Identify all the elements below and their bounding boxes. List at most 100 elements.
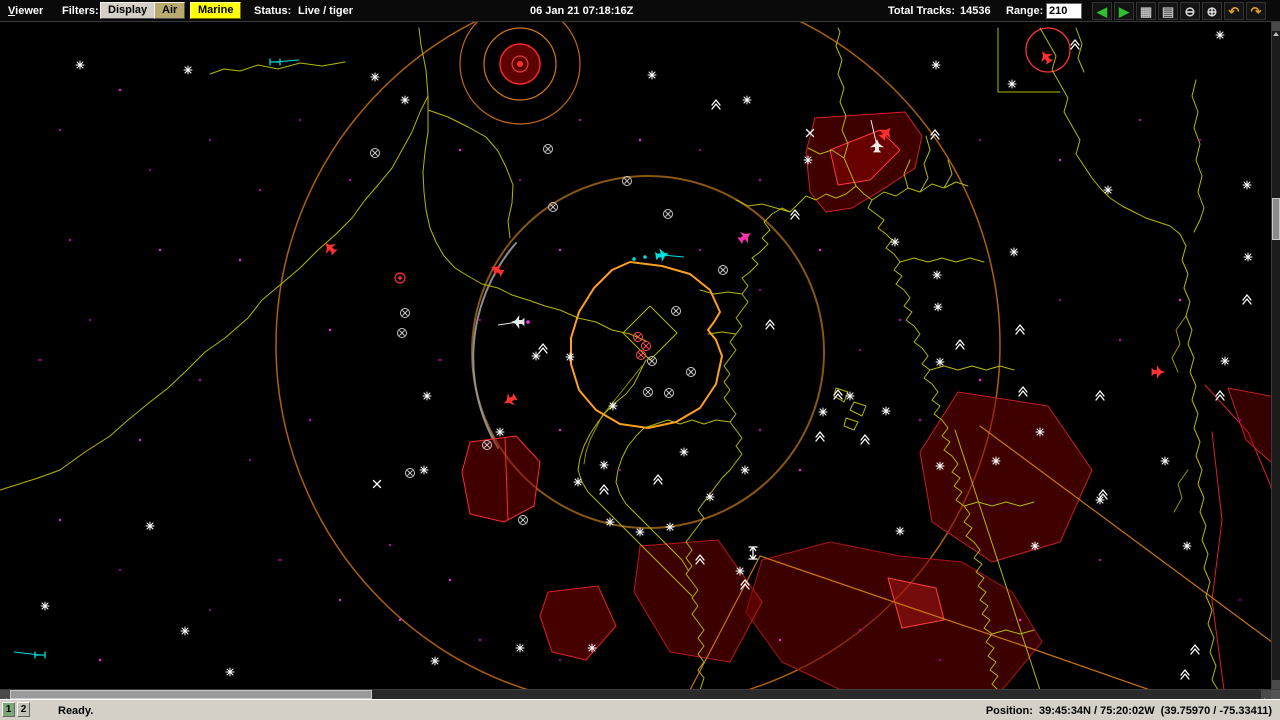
ast-track-symbol[interactable] [935, 357, 945, 367]
vertical-scrollbar[interactable] [1271, 22, 1280, 694]
ast-track-symbol[interactable] [225, 667, 235, 677]
jet-track-symbol[interactable] [654, 247, 685, 263]
cx-track-symbol[interactable] [718, 265, 728, 275]
cx-track-symbol[interactable] [518, 515, 528, 525]
pan-right-icon[interactable]: ▶ [1114, 2, 1134, 20]
horizontal-scroll-thumb[interactable] [10, 690, 372, 699]
page-1-button[interactable]: 1 [2, 702, 15, 717]
bird-track-symbol[interactable] [815, 431, 825, 442]
ast-track-symbol[interactable] [932, 270, 942, 280]
ast-track-symbol[interactable] [1243, 252, 1253, 262]
cx-track-symbol[interactable] [643, 387, 653, 397]
ast-track-symbol[interactable] [665, 522, 675, 532]
cx-track-symbol[interactable] [641, 341, 651, 351]
ast-track-symbol[interactable] [890, 237, 900, 247]
dot-track-symbol[interactable] [632, 257, 636, 261]
cx-track-symbol[interactable] [663, 209, 673, 219]
ast-track-symbol[interactable] [740, 465, 750, 475]
ast-track-symbol[interactable] [565, 352, 575, 362]
ast-track-symbol[interactable] [881, 406, 891, 416]
ast-track-symbol[interactable] [803, 155, 813, 165]
bird-track-symbol[interactable] [1015, 324, 1025, 335]
cx-track-symbol[interactable] [543, 144, 553, 154]
zoom-in-icon[interactable]: ⊕ [1202, 2, 1222, 20]
ast-track-symbol[interactable] [1103, 185, 1113, 195]
bird-track-symbol[interactable] [1095, 390, 1105, 401]
ast-track-symbol[interactable] [679, 447, 689, 457]
ast-track-symbol[interactable] [1007, 79, 1017, 89]
ast-track-symbol[interactable] [422, 391, 432, 401]
cx-track-symbol[interactable] [633, 332, 643, 342]
jet-track-symbol[interactable] [497, 315, 525, 329]
ast-track-symbol[interactable] [705, 492, 715, 502]
jet-track-symbol[interactable] [1151, 365, 1165, 379]
ast-track-symbol[interactable] [1030, 541, 1040, 551]
bird-track-symbol[interactable] [653, 474, 663, 485]
pan-left-icon[interactable]: ◀ [1092, 2, 1112, 20]
horizontal-scrollbar[interactable] [0, 689, 1280, 704]
ast-track-symbol[interactable] [1160, 456, 1170, 466]
ast-track-symbol[interactable] [935, 461, 945, 471]
cx-track-symbol[interactable] [400, 308, 410, 318]
ast-track-symbol[interactable] [895, 526, 905, 536]
bird-track-symbol[interactable] [955, 339, 965, 350]
jet-track-symbol[interactable] [500, 391, 519, 410]
ast-track-symbol[interactable] [647, 70, 657, 80]
cx-track-symbol[interactable] [671, 306, 681, 316]
scroll-down-icon[interactable] [1272, 680, 1280, 694]
ast-track-symbol[interactable] [495, 427, 505, 437]
ast-track-symbol[interactable] [1215, 30, 1225, 40]
ast-track-symbol[interactable] [573, 477, 583, 487]
zoom-out-icon[interactable]: ⊖ [1180, 2, 1200, 20]
dot-track-symbol[interactable] [526, 320, 530, 324]
ast-track-symbol[interactable] [180, 626, 190, 636]
ast-track-symbol[interactable] [370, 72, 380, 82]
cx-track-symbol[interactable] [664, 388, 674, 398]
display-filter-button[interactable]: Display [100, 2, 156, 19]
ast-track-symbol[interactable] [183, 65, 193, 75]
ast-track-symbol[interactable] [735, 566, 745, 576]
ast-track-symbol[interactable] [40, 601, 50, 611]
scroll-left-icon[interactable] [0, 690, 10, 704]
bird-track-symbol[interactable] [765, 319, 775, 330]
ast-track-symbol[interactable] [635, 527, 645, 537]
ast-track-symbol[interactable] [608, 401, 618, 411]
ast-track-symbol[interactable] [1035, 427, 1045, 437]
bird-track-symbol[interactable] [1070, 39, 1080, 50]
darr-track-symbol[interactable] [748, 546, 758, 560]
bird-track-symbol[interactable] [1018, 386, 1028, 397]
cx-track-symbol[interactable] [686, 367, 696, 377]
marine-filter-button[interactable]: Marine [190, 2, 242, 19]
bird-track-symbol[interactable] [538, 343, 548, 354]
jet-track-symbol[interactable] [320, 238, 339, 257]
dot-track-symbol[interactable] [643, 255, 647, 259]
ast-track-symbol[interactable] [845, 391, 855, 401]
cx-track-symbol[interactable] [636, 350, 646, 360]
ast-track-symbol[interactable] [145, 521, 155, 531]
ast-track-symbol[interactable] [991, 456, 1001, 466]
cdot-track-symbol[interactable] [394, 272, 406, 284]
ast-track-symbol[interactable] [430, 656, 440, 666]
undo-icon[interactable]: ↶ [1224, 2, 1244, 20]
ast-track-symbol[interactable] [515, 643, 525, 653]
ast-track-symbol[interactable] [1182, 541, 1192, 551]
bird-track-symbol[interactable] [1215, 390, 1225, 401]
ast-track-symbol[interactable] [1242, 180, 1252, 190]
ast-track-symbol[interactable] [742, 95, 752, 105]
ast-track-symbol[interactable] [605, 517, 615, 527]
range-input[interactable] [1046, 3, 1082, 19]
page-2-button[interactable]: 2 [17, 702, 30, 717]
print-icon[interactable]: ▤ [1158, 2, 1178, 20]
radar-map[interactable] [0, 0, 1280, 720]
ast-track-symbol[interactable] [400, 95, 410, 105]
scroll-right-icon[interactable] [1261, 690, 1271, 704]
bird-track-symbol[interactable] [1190, 644, 1200, 655]
ast-track-symbol[interactable] [1220, 356, 1230, 366]
ast-track-symbol[interactable] [599, 460, 609, 470]
bird-track-symbol[interactable] [790, 209, 800, 220]
trk-track-symbol[interactable] [13, 651, 46, 659]
ast-track-symbol[interactable] [587, 643, 597, 653]
ast-track-symbol[interactable] [933, 302, 943, 312]
x-track-symbol[interactable] [372, 479, 382, 489]
bird-track-symbol[interactable] [1180, 669, 1190, 680]
